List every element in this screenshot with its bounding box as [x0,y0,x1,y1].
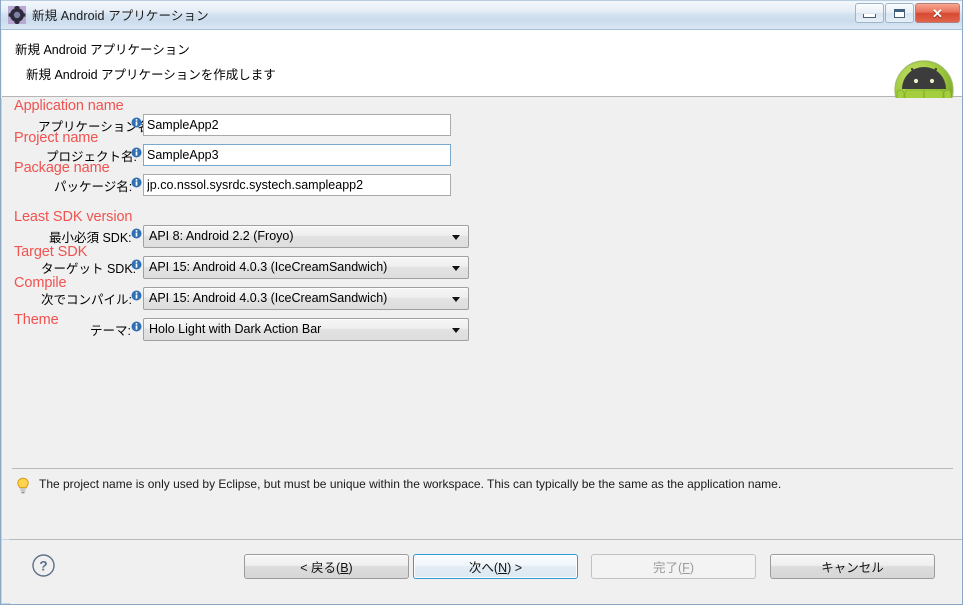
combo-value: API 8: Android 2.2 (Froyo) [149,229,294,243]
field-label: 最小必須 SDK: [49,230,132,245]
wizard-body: Application name Project name Package name… [2,98,962,539]
info-icon[interactable] [131,226,142,239]
close-icon: ✕ [932,5,943,21]
help-icon[interactable]: ? [31,553,56,578]
chevron-down-icon[interactable] [452,327,460,333]
field-label: 次でコンパイル: [41,292,132,307]
application-name-input[interactable] [143,114,451,136]
next-button[interactable]: 次へ(N) > [413,554,578,579]
window-title-bar: 新規 Android アプリケーション ✕ [1,0,962,30]
wizard-header-title: 新規 Android アプリケーション [15,43,190,57]
chevron-down-icon[interactable] [452,265,460,271]
info-icon[interactable] [131,115,142,128]
maximize-icon [894,8,905,18]
tip-bar: The project name is only used by Eclipse… [16,476,781,494]
button-label: 完了(F) [653,561,694,575]
new-android-application-dialog: 新規 Android アプリケーション ✕ 新規 Android アプリケーショ… [0,0,963,605]
cancel-button[interactable]: キャンセル [770,554,935,579]
combo-value: API 15: Android 4.0.3 (IceCreamSandwich) [149,291,388,305]
lightbulb-icon [16,477,30,494]
gear-icon [8,5,26,24]
finish-button: 完了(F) [591,554,756,579]
chevron-down-icon[interactable] [452,234,460,240]
tip-text: The project name is only used by Eclipse… [39,477,782,491]
button-label: < 戻る(B) [300,561,353,575]
package-name-input[interactable] [143,174,451,196]
compile-with-select[interactable]: API 15: Android 4.0.3 (IceCreamSandwich) [143,286,469,310]
field-label: パッケージ名: [54,179,133,194]
annotation-label: Least SDK version [14,209,133,225]
wizard-header: 新規 Android アプリケーション 新規 Android アプリケーションを… [2,30,962,120]
minimize-icon [863,13,876,18]
annotation-label: Application name [14,98,124,114]
annotation-label: Theme [14,312,59,328]
wizard-header-subtitle: 新規 Android アプリケーションを作成します [26,68,276,82]
field-label: テーマ: [90,323,131,338]
field-label: プロジェクト名: [46,149,137,164]
info-icon[interactable] [131,145,142,158]
combo-value: API 15: Android 4.0.3 (IceCreamSandwich) [149,260,388,274]
info-icon[interactable] [131,319,142,332]
info-icon[interactable] [131,288,142,301]
info-icon[interactable] [131,175,142,188]
button-label: 次へ(N) > [468,561,523,575]
window-title: 新規 Android アプリケーション [32,9,209,23]
close-button[interactable]: ✕ [915,3,960,23]
combo-value: Holo Light with Dark Action Bar [149,322,322,336]
button-label: キャンセル [821,561,884,575]
tip-separator [12,468,953,469]
field-label: ターゲット SDK: [41,261,137,276]
chevron-down-icon[interactable] [452,296,460,302]
window-controls: ✕ [855,3,960,23]
back-button[interactable]: < 戻る(B) [244,554,409,579]
info-icon[interactable] [131,257,142,270]
target-sdk-select[interactable]: API 15: Android 4.0.3 (IceCreamSandwich) [143,255,469,279]
svg-text:?: ? [39,558,47,573]
min-required-sdk-select[interactable]: API 8: Android 2.2 (Froyo) [143,224,469,248]
maximize-button[interactable] [885,3,914,23]
minimize-button[interactable] [855,3,884,23]
project-name-input[interactable] [143,144,451,166]
theme-select[interactable]: Holo Light with Dark Action Bar [143,317,469,341]
